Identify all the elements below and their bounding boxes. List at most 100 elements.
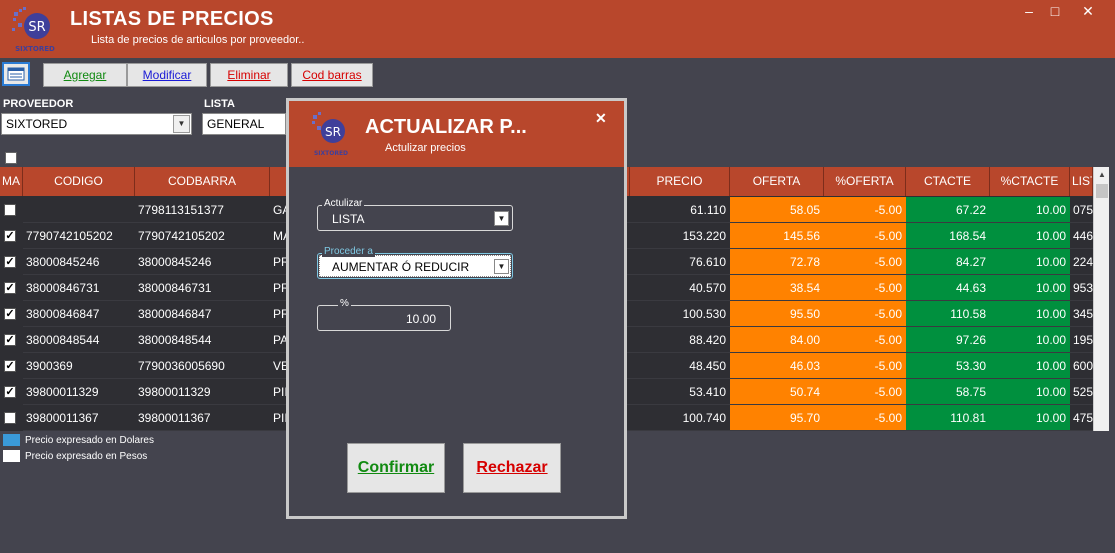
rechazar-label: Rechazar [476, 459, 548, 476]
grid-view-icon[interactable] [2, 62, 30, 86]
cell-codigo: 7790742105202 [23, 223, 135, 249]
header-lista[interactable]: LIST [1070, 167, 1093, 196]
cell-oferta: 72.78 [730, 249, 824, 275]
lista-select[interactable]: GENERAL [202, 113, 286, 135]
scroll-thumb[interactable] [1096, 184, 1108, 198]
cell-ctacte: 97.26 [906, 327, 990, 353]
row-checkbox-checked[interactable]: ✓ [4, 386, 16, 398]
header-codigo[interactable]: CODIGO [23, 167, 135, 196]
row-checkbox-checked[interactable]: ✓ [4, 360, 16, 372]
cell-oferta: 46.03 [730, 353, 824, 379]
cell-lista: 224 [1070, 249, 1093, 275]
cell-codbarra: 39800011329 [135, 379, 270, 405]
title-bar: SR SIXTORED LISTAS DE PRECIOS Lista de p… [0, 0, 1115, 58]
cell-codbarra: 38000845246 [135, 249, 270, 275]
header-pct-oferta[interactable]: %OFERTA [824, 167, 906, 196]
eliminar-button[interactable]: Eliminar [210, 63, 288, 87]
cell-pct-ctacte: 10.00 [990, 197, 1070, 223]
legend-pesos-swatch [3, 450, 20, 462]
grid-scrollbar[interactable]: ▲ [1093, 167, 1109, 431]
proveedor-label: PROVEEDOR [3, 98, 74, 110]
confirmar-button[interactable]: Confirmar [347, 443, 445, 493]
row-checkbox-checked[interactable]: ✓ [4, 256, 16, 268]
cell-lista: 475 [1070, 405, 1093, 431]
percent-value: 10.00 [405, 312, 436, 326]
cell-lista: 345 [1070, 301, 1093, 327]
rechazar-button[interactable]: Rechazar [463, 443, 561, 493]
proveedor-select[interactable]: SIXTORED ▼ [1, 113, 192, 135]
cell-ctacte: 110.81 [906, 405, 990, 431]
proveedor-value: SIXTORED [6, 117, 68, 131]
cell-oferta: 50.74 [730, 379, 824, 405]
cell-codbarra: 38000846847 [135, 301, 270, 327]
dialog-title: ACTUALIZAR P... [365, 116, 527, 138]
header-precio[interactable]: PRECIO [630, 167, 730, 196]
header-codbarra[interactable]: CODBARRA [135, 167, 270, 196]
cell-precio: 153.220 [630, 223, 730, 249]
cell-precio: 100.740 [630, 405, 730, 431]
cell-ctacte: 67.22 [906, 197, 990, 223]
cell-codbarra: 7790742105202 [135, 223, 270, 249]
cell-pct-oferta: -5.00 [824, 327, 906, 353]
cell-codigo: 3900369 [23, 353, 135, 379]
cell-ctacte: 110.58 [906, 301, 990, 327]
cell-oferta: 145.56 [730, 223, 824, 249]
percent-label: % [338, 298, 351, 309]
svg-text:SIXTORED: SIXTORED [15, 45, 55, 53]
cell-codigo: 38000846847 [23, 301, 135, 327]
header-pct-ctacte[interactable]: %CTACTE [990, 167, 1070, 196]
maximize-button[interactable]: □ [1042, 3, 1068, 21]
cell-precio: 48.450 [630, 353, 730, 379]
cell-lista: 195 [1070, 327, 1093, 353]
cell-precio: 100.530 [630, 301, 730, 327]
row-checkbox-checked[interactable]: ✓ [4, 230, 16, 242]
sixtored-logo: SR SIXTORED [10, 6, 60, 54]
chevron-down-icon[interactable]: ▼ [494, 259, 509, 274]
cell-codbarra: 7798113151377 [135, 197, 270, 223]
cell-pct-oferta: -5.00 [824, 405, 906, 431]
row-checkbox[interactable] [4, 204, 16, 216]
scroll-up-icon[interactable]: ▲ [1094, 167, 1110, 183]
confirmar-label: Confirmar [357, 459, 435, 476]
minimize-button[interactable]: – [1016, 3, 1042, 21]
actualizar-select[interactable]: Actulizar LISTA ▼ [317, 198, 513, 231]
cell-precio: 53.410 [630, 379, 730, 405]
cell-codigo [23, 197, 135, 223]
row-checkbox-checked[interactable]: ✓ [4, 308, 16, 320]
cell-oferta: 95.70 [730, 405, 824, 431]
row-checkbox[interactable] [4, 412, 16, 424]
chevron-down-icon[interactable]: ▼ [173, 115, 190, 133]
select-all-checkbox[interactable] [5, 152, 17, 164]
app-title: LISTAS DE PRECIOS [70, 8, 274, 30]
cell-codigo: 39800011329 [23, 379, 135, 405]
close-icon[interactable]: ✕ [595, 110, 607, 127]
cell-pct-oferta: -5.00 [824, 301, 906, 327]
cell-codbarra: 38000846731 [135, 275, 270, 301]
percent-field[interactable]: % 10.00 [317, 298, 451, 331]
header-ctacte[interactable]: CTACTE [906, 167, 990, 196]
cell-pct-ctacte: 10.00 [990, 405, 1070, 431]
header-ma[interactable]: MA [0, 167, 23, 196]
close-window-button[interactable]: ✕ [1075, 3, 1101, 21]
agregar-button[interactable]: Agregar [43, 63, 127, 87]
header-oferta[interactable]: OFERTA [730, 167, 824, 196]
actualizar-label: Actulizar [322, 198, 365, 209]
modificar-button[interactable]: Modificar [127, 63, 207, 87]
svg-text:SIXTORED: SIXTORED [314, 150, 348, 157]
cell-codbarra: 39800011367 [135, 405, 270, 431]
row-checkbox-checked[interactable]: ✓ [4, 334, 16, 346]
actualizar-precios-dialog: SR SIXTORED ACTUALIZAR P... Actulizar pr… [286, 98, 627, 519]
lista-value: GENERAL [207, 117, 265, 131]
row-checkbox-checked[interactable]: ✓ [4, 282, 16, 294]
cell-precio: 61.110 [630, 197, 730, 223]
cell-pct-oferta: -5.00 [824, 275, 906, 301]
cell-pct-oferta: -5.00 [824, 197, 906, 223]
legend-pesos-text: Precio expresado en Pesos [25, 451, 148, 462]
cell-pct-ctacte: 10.00 [990, 353, 1070, 379]
cod-barras-button[interactable]: Cod barras [291, 63, 373, 87]
cell-codbarra: 7790036005690 [135, 353, 270, 379]
chevron-down-icon[interactable]: ▼ [494, 211, 509, 226]
proceder-select[interactable]: Proceder a AUMENTAR Ó REDUCIR ▼ [317, 246, 513, 279]
cell-pct-oferta: -5.00 [824, 249, 906, 275]
proceder-value: AUMENTAR Ó REDUCIR [332, 260, 470, 274]
